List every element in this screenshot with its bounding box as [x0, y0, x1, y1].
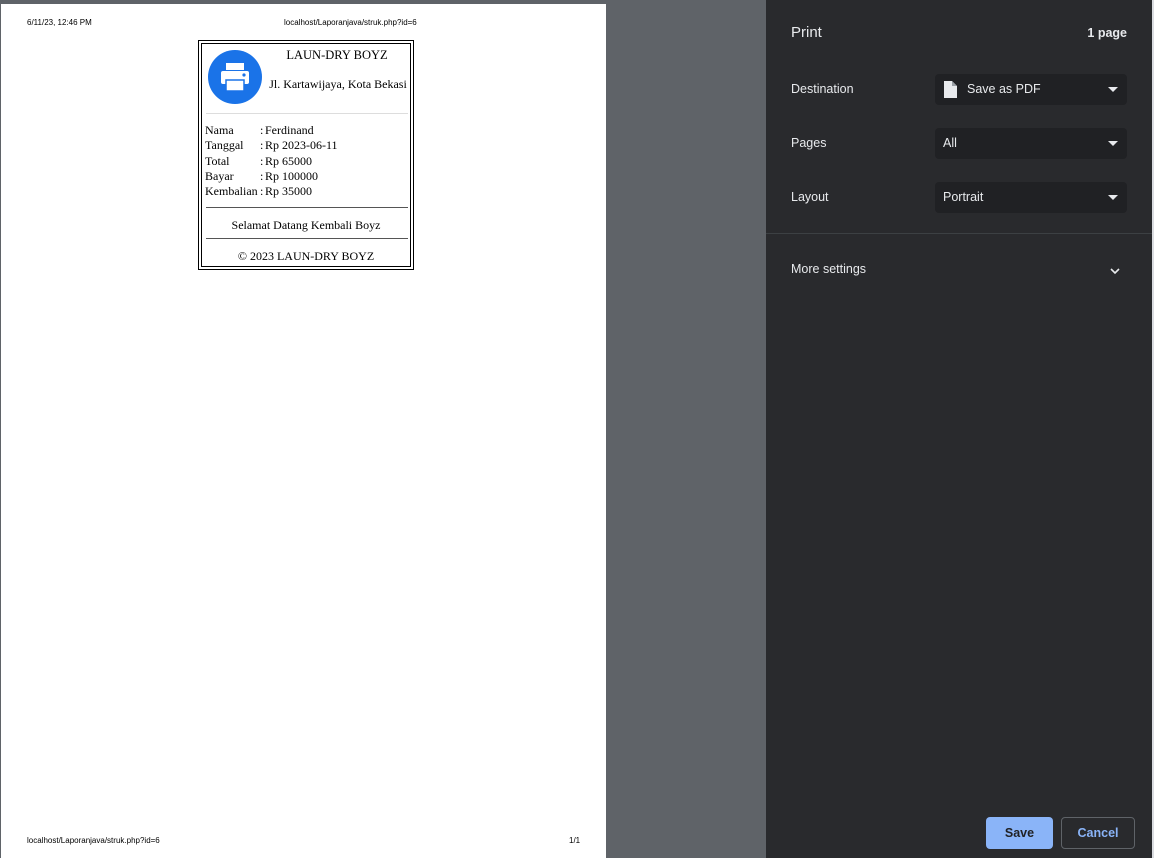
row-value: Rp 2023-06-11: [265, 138, 338, 153]
receipt-message: Selamat Datang Kembali Boyz: [231, 218, 381, 232]
page-count: 1 page: [1087, 26, 1127, 40]
layout-value: Portrait: [943, 190, 984, 204]
print-settings-sidebar: Print 1 page Destination Save as PDF Pag…: [766, 0, 1152, 858]
destination-select[interactable]: Save as PDF: [935, 74, 1127, 105]
save-button[interactable]: Save: [986, 817, 1053, 849]
pages-label: Pages: [791, 136, 827, 150]
print-title: Print: [791, 24, 822, 41]
page-footer-url: localhost/Laporanjava/struk.php?id=6: [27, 836, 160, 845]
layout-label: Layout: [791, 190, 829, 204]
more-settings-toggle[interactable]: More settings: [791, 262, 866, 276]
row-value: Rp 65000: [265, 153, 313, 168]
cancel-button[interactable]: Cancel: [1061, 817, 1135, 849]
receipt-row-kembalian: Kembalian : Rp 35000: [205, 184, 338, 199]
divider: [206, 238, 408, 239]
shop-address: Jl. Kartawijaya, Kota Bekasi: [269, 77, 407, 91]
destination-label: Destination: [791, 82, 854, 96]
receipt-row-bayar: Bayar : Rp 100000: [205, 169, 338, 184]
pages-select[interactable]: All: [935, 128, 1127, 159]
pages-value: All: [943, 136, 957, 150]
receipt-copyright: © 2023 LAUN-DRY BOYZ: [237, 249, 375, 263]
divider: [206, 113, 408, 114]
printer-icon: [208, 50, 262, 104]
row-label: Bayar: [205, 168, 234, 183]
receipt-row-tanggal: Tanggal : Rp 2023-06-11: [205, 138, 338, 153]
receipt: LAUN-DRY BOYZ Jl. Kartawijaya, Kota Beka…: [198, 40, 414, 270]
dropdown-arrow-icon: [1108, 87, 1118, 92]
shop-name: LAUN-DRY BOYZ: [286, 48, 388, 62]
receipt-row-nama: Nama : Ferdinand: [205, 123, 338, 138]
receipt-details: Nama : Ferdinand Tanggal : Rp 2023-06-11…: [205, 123, 338, 199]
divider: [206, 207, 408, 208]
destination-value: Save as PDF: [967, 82, 1041, 96]
row-value: Rp 100000: [265, 168, 319, 183]
row-value: Ferdinand: [265, 123, 314, 137]
receipt-inner-border: LAUN-DRY BOYZ Jl. Kartawijaya, Kota Beka…: [201, 43, 411, 267]
row-label: Nama: [205, 123, 234, 137]
page-header-url: localhost/Laporanjava/struk.php?id=6: [284, 18, 417, 27]
preview-page: 6/11/23, 12:46 PM localhost/Laporanjava/…: [1, 4, 606, 858]
page-header-datetime: 6/11/23, 12:46 PM: [27, 18, 92, 27]
dropdown-arrow-icon: [1108, 195, 1118, 200]
page-footer-number: 1/1: [569, 836, 581, 845]
divider: [766, 233, 1152, 234]
layout-select[interactable]: Portrait: [935, 182, 1127, 213]
row-value: Rp 35000: [265, 184, 313, 199]
chevron-down-icon[interactable]: [1109, 264, 1121, 282]
row-label: Kembalian: [205, 184, 258, 199]
document-icon: [943, 81, 957, 101]
print-preview-area: 6/11/23, 12:46 PM localhost/Laporanjava/…: [0, 0, 766, 858]
row-label: Tanggal: [205, 138, 244, 153]
receipt-row-total: Total : Rp 65000: [205, 154, 338, 169]
dropdown-arrow-icon: [1108, 141, 1118, 146]
row-label: Total: [205, 153, 230, 168]
